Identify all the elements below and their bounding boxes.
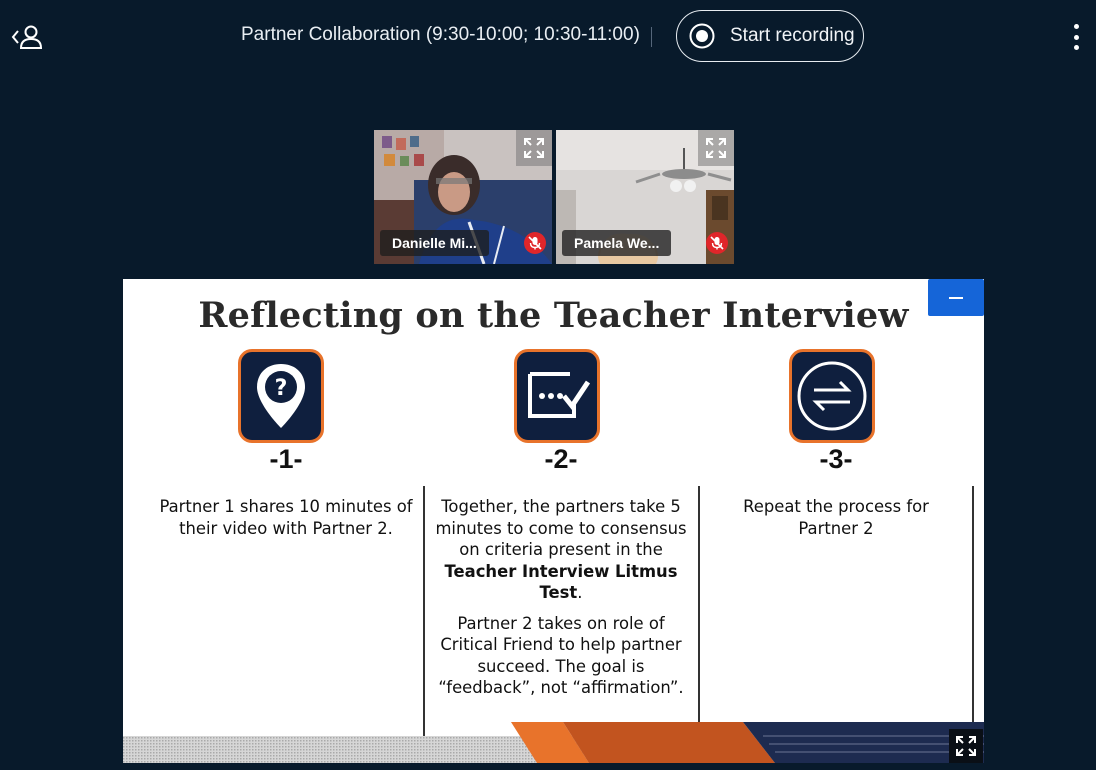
expand-icon: [524, 138, 544, 158]
step-2-description: Together, the partners take 5 minutes to…: [428, 496, 694, 604]
step-2-icon-tile: [514, 349, 600, 443]
more-dot-icon: [1073, 34, 1079, 40]
fullscreen-button[interactable]: [949, 729, 983, 763]
minimize-icon: [949, 296, 963, 299]
session-title: Partner Collaboration (9:30-10:00; 10:30…: [241, 24, 640, 45]
participants-icon: [11, 25, 43, 49]
step-3-description: Repeat the process for Partner 2: [743, 497, 929, 538]
fullscreen-icon: [956, 736, 976, 756]
column-divider: [698, 486, 700, 754]
map-pin-question-icon: ?: [257, 364, 305, 428]
step-2-number: -2-: [544, 444, 578, 474]
litmus-test-emphasis: Teacher Interview Litmus Test: [444, 561, 678, 603]
start-recording-button[interactable]: Start recording: [676, 10, 864, 62]
step-3-number: -3-: [819, 444, 853, 474]
swap-arrows-icon: [797, 361, 867, 431]
more-dot-icon: [1073, 24, 1079, 29]
step-2-text-part: Together, the partners take 5 minutes to…: [435, 497, 687, 559]
more-dot-icon: [1073, 45, 1079, 50]
slide-title: Reflecting on the Teacher Interview: [198, 295, 909, 336]
microphone-muted-icon: [524, 232, 546, 254]
microphone-muted-icon: [706, 232, 728, 254]
step-1-text: Partner 1 shares 10 minutes of their vid…: [151, 496, 421, 539]
step-3-text: Repeat the process for Partner 2: [711, 496, 961, 539]
session-header: Partner Collaboration (9:30-10:00; 10:30…: [0, 0, 1096, 74]
participants-back-button[interactable]: [10, 22, 46, 52]
column-divider: [423, 486, 425, 754]
svg-text:?: ?: [275, 376, 288, 401]
step-1-number: -1-: [269, 444, 303, 474]
slide-footer-decoration: [123, 722, 984, 763]
step-1-description: Partner 1 shares 10 minutes of their vid…: [159, 497, 413, 538]
step-3-icon-tile: [789, 349, 875, 443]
shared-content-slide: Reflecting on the Teacher Interview ? -1…: [123, 279, 984, 763]
step-2-text: Together, the partners take 5 minutes to…: [428, 496, 694, 699]
more-options-button[interactable]: [1063, 24, 1089, 50]
expand-video-button[interactable]: [516, 130, 552, 166]
start-recording-label: Start recording: [730, 25, 855, 46]
column-divider: [972, 486, 974, 754]
participant-name: Danielle Mi...: [380, 230, 489, 256]
expand-icon: [706, 138, 726, 158]
participant-name: Pamela We...: [562, 230, 672, 256]
chat-checkmark-icon: [528, 372, 590, 418]
minimize-content-button[interactable]: [928, 279, 984, 316]
step-2-text-part: .: [577, 583, 583, 602]
expand-video-button[interactable]: [698, 130, 734, 166]
participant-tile[interactable]: Pamela We...: [556, 130, 734, 264]
participant-tile[interactable]: Danielle Mi...: [374, 130, 552, 264]
step-1-icon-tile: ?: [238, 349, 324, 443]
step-2-description-2: Partner 2 takes on role of Critical Frie…: [438, 613, 684, 698]
title-separator: [651, 27, 652, 47]
record-icon: [689, 23, 715, 49]
